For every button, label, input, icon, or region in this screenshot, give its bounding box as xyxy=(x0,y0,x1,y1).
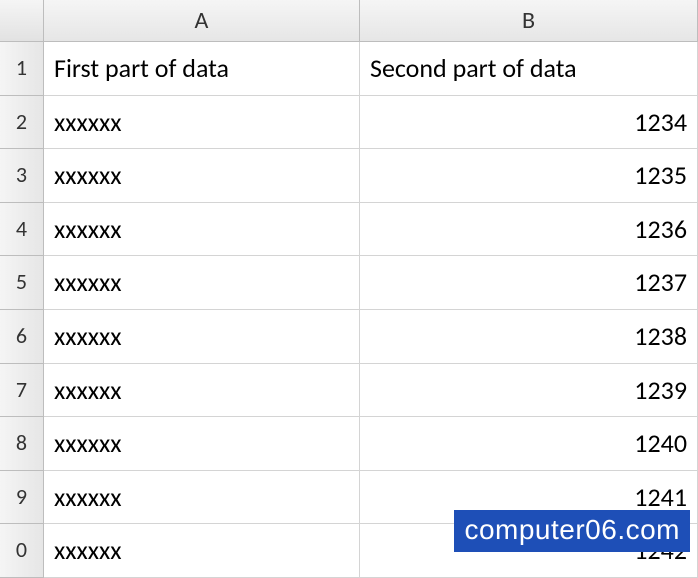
cell-b6[interactable]: 1238 xyxy=(360,310,698,364)
cell-a6[interactable]: xxxxxx xyxy=(44,310,360,364)
cell-a3[interactable]: xxxxxx xyxy=(44,149,360,203)
cell-b5[interactable]: 1237 xyxy=(360,256,698,310)
column-header-a[interactable]: A xyxy=(44,0,360,42)
cell-b8[interactable]: 1240 xyxy=(360,417,698,471)
cell-a4[interactable]: xxxxxx xyxy=(44,203,360,257)
row-header-7[interactable]: 7 xyxy=(0,364,44,418)
cell-b10[interactable]: 1242 xyxy=(360,524,698,578)
row-header-8[interactable]: 8 xyxy=(0,417,44,471)
cell-b1[interactable]: Second part of data xyxy=(360,42,698,96)
cell-b4[interactable]: 1236 xyxy=(360,203,698,257)
select-all-corner[interactable] xyxy=(0,0,44,42)
column-header-b[interactable]: B xyxy=(360,0,698,42)
cell-b9[interactable]: 1241 xyxy=(360,471,698,525)
cell-b3[interactable]: 1235 xyxy=(360,149,698,203)
row-header-9[interactable]: 9 xyxy=(0,471,44,525)
cell-a7[interactable]: xxxxxx xyxy=(44,364,360,418)
row-header-4[interactable]: 4 xyxy=(0,203,44,257)
row-header-5[interactable]: 5 xyxy=(0,256,44,310)
row-header-1[interactable]: 1 xyxy=(0,42,44,96)
cell-a9[interactable]: xxxxxx xyxy=(44,471,360,525)
cell-b7[interactable]: 1239 xyxy=(360,364,698,418)
row-header-6[interactable]: 6 xyxy=(0,310,44,364)
cell-b2[interactable]: 1234 xyxy=(360,96,698,150)
row-header-10[interactable]: 0 xyxy=(0,524,44,578)
spreadsheet-grid: A B 1 First part of data Second part of … xyxy=(0,0,698,578)
row-header-3[interactable]: 3 xyxy=(0,149,44,203)
cell-a8[interactable]: xxxxxx xyxy=(44,417,360,471)
cell-a5[interactable]: xxxxxx xyxy=(44,256,360,310)
row-header-2[interactable]: 2 xyxy=(0,96,44,150)
cell-a1[interactable]: First part of data xyxy=(44,42,360,96)
cell-a2[interactable]: xxxxxx xyxy=(44,96,360,150)
cell-a10[interactable]: xxxxxx xyxy=(44,524,360,578)
